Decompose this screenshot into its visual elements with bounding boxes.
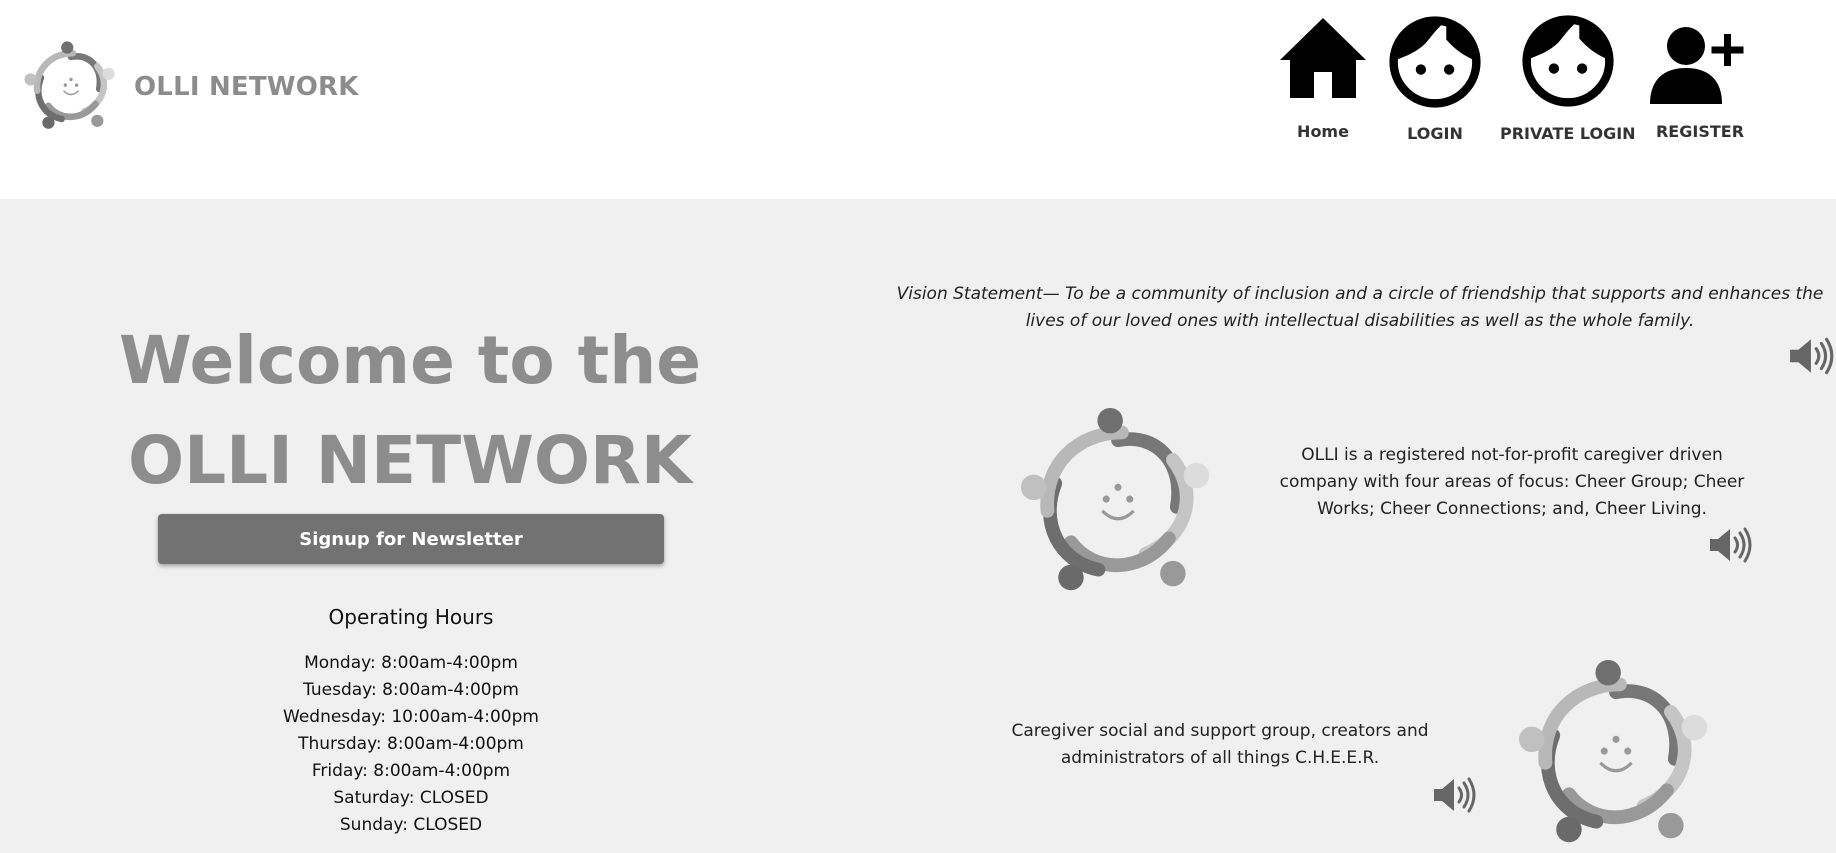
nav-register[interactable]: REGISTER (1648, 12, 1752, 141)
nav-login[interactable]: LOGIN (1388, 12, 1482, 143)
hours-item-sunday: Sunday: CLOSED (339, 815, 483, 835)
speaker-icon[interactable] (1708, 527, 1754, 563)
hours-item-tuesday: Tuesday: 8:00am-4:00pm (303, 680, 519, 700)
nav-home[interactable]: Home (1276, 12, 1370, 141)
hours-item-wednesday: Wednesday: 10:00am-4:00pm (283, 707, 539, 727)
speaker-icon[interactable] (1432, 777, 1478, 813)
speaker-icon[interactable] (1788, 337, 1836, 375)
olli-logo-large (1518, 657, 1714, 853)
brand-name[interactable]: OLLI NETWORK (134, 72, 359, 102)
about-olli-text: OLLI is a registered not-for-profit care… (1279, 445, 1745, 519)
operating-hours-title: Operating Hours (328, 605, 494, 629)
hours-item-monday: Monday: 8:00am-4:00pm (304, 653, 518, 673)
site-header: OLLI NETWORK Home LOGIN PRIVATE LOGIN RE… (0, 0, 1836, 199)
hours-item-friday: Friday: 8:00am-4:00pm (311, 761, 511, 781)
nav-register-label: REGISTER (1655, 122, 1745, 141)
olli-logo[interactable] (24, 40, 118, 134)
welcome-title: Welcome to the OLLI NETWORK (119, 322, 701, 499)
nav-login-label: LOGIN (1407, 124, 1463, 143)
main-content: Welcome to the OLLI NETWORK Signup for N… (0, 199, 1836, 838)
nav-home-label: Home (1297, 122, 1349, 141)
nav-private-login-label: PRIVATE LOGIN (1500, 124, 1636, 143)
newsletter-signup-button[interactable]: Signup for Newsletter (158, 514, 664, 564)
home-icon (1280, 18, 1366, 98)
olli-logo-large (1020, 405, 1216, 601)
face-icon (1388, 15, 1482, 109)
face-icon (1521, 14, 1615, 108)
hours-item-thursday: Thursday: 8:00am-4:00pm (298, 734, 524, 754)
vision-statement: Vision Statement— To be a community of i… (896, 284, 1824, 331)
hours-item-saturday: Saturday: CLOSED (333, 788, 489, 808)
nav-private-login[interactable]: PRIVATE LOGIN (1500, 12, 1636, 143)
cheer-group-text: Caregiver social and support group, crea… (1011, 721, 1429, 768)
operating-hours-list: Monday: 8:00am-4:00pm Tuesday: 8:00am-4:… (160, 650, 662, 839)
user-plus-icon (1650, 27, 1744, 104)
